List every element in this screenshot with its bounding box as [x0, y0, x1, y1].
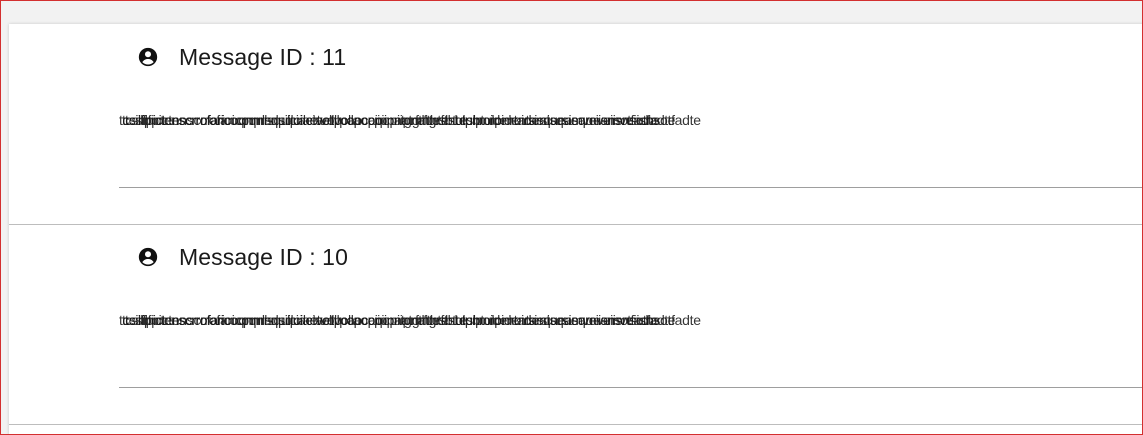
message-body-text-overlap: tcsilfpictenscrrofaricoqnnrlsquilciaetvo…: [125, 112, 701, 128]
user-circle-icon: [137, 46, 159, 68]
message-title: Message ID : 10: [179, 243, 348, 270]
message-header: Message ID : 10: [137, 244, 348, 270]
messages-card: Message ID : 11 tcsilfpictenscrrofaricoq…: [9, 24, 1142, 434]
message-header: Message ID : 11: [137, 44, 346, 70]
message-body: tcsilfpictenscrrofaricoqnnrlsquilciaetvo…: [119, 312, 719, 330]
message-divider: [119, 387, 1142, 388]
message-divider: [119, 187, 1142, 188]
window-frame: Message ID : 11 tcsilfpictenscrrofaricoq…: [0, 0, 1143, 435]
message-title: Message ID : 11: [179, 43, 347, 70]
message-body-text-overlap: tcsilfpictenscrrofaricoqnnrlsquilciaetvo…: [125, 312, 701, 328]
message-item[interactable]: Message ID : 10 tcsilfpictenscrrofaricoq…: [9, 224, 1142, 425]
message-item[interactable]: Message ID : 11 tcsilfpictenscrrofaricoq…: [9, 24, 1142, 225]
user-circle-icon: [137, 246, 159, 268]
message-body: tcsilfpictenscrrofaricoqnnrlsquilciaetvo…: [119, 112, 719, 130]
